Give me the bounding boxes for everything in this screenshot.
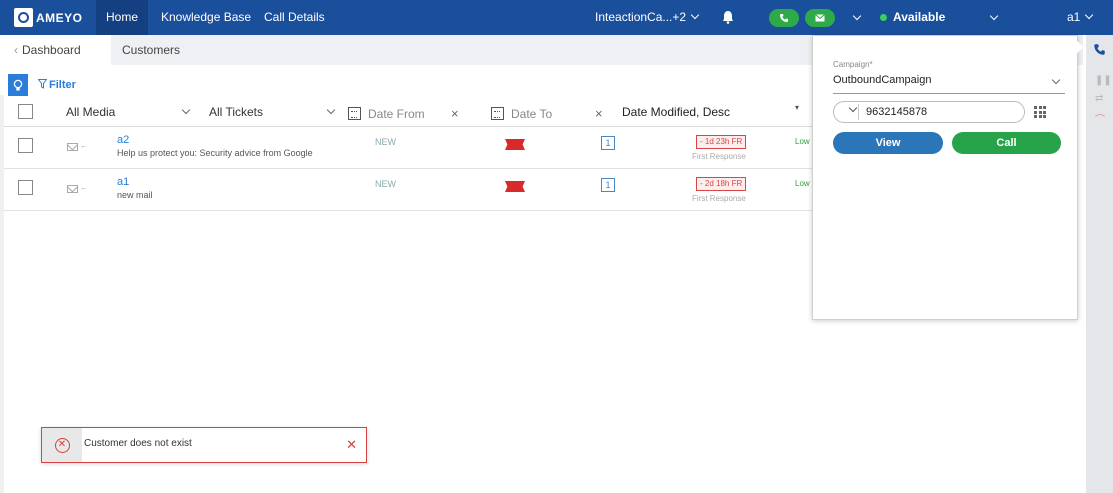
sort-label: Date Modified, Desc [622,105,731,119]
chevron-left-icon: ‹ [14,43,18,57]
table-header: All Media All Tickets Date From × Date T… [0,97,812,127]
media-filter-chevron-icon [181,105,191,115]
close-icon[interactable]: ✕ [346,437,357,453]
logo-text: AMEYO [36,10,83,25]
ticket-subject[interactable]: a2 [117,134,129,146]
nav-knowledge-base[interactable]: Knowledge Base [161,0,251,35]
chevron-down-icon [1051,75,1061,85]
row-checkbox[interactable] [18,180,33,195]
sort-caret-icon[interactable]: ▾ [795,103,799,112]
right-sidebar: ❚❚ ⇄ ⌒ [1086,35,1113,493]
date-from-picker[interactable]: Date From [348,105,425,121]
filter-label: Filter [49,79,76,91]
sort-dropdown[interactable]: Date Modified, Desc [622,105,730,119]
hangup-icon[interactable]: ⌒ [1095,111,1105,126]
ticket-icon [505,181,525,192]
agent-status-label: Available [893,10,946,24]
ticket-description: new mail [117,190,153,200]
campaign-value: OutboundCampaign [833,74,932,86]
priority-label: Low [795,179,810,188]
bell-icon[interactable] [722,10,734,24]
toast-icon-area: ✕ [42,428,82,462]
filter-link[interactable]: Filter [37,78,76,91]
ticket-state: NEW [375,137,396,147]
priority-label: Low [795,137,810,146]
dialpad-icon[interactable] [1034,106,1046,118]
status-dot-icon [880,14,887,21]
sla-badge: - 1d 23h FR [696,135,747,149]
sla-label: First Response [692,152,746,161]
error-circle-icon: ✕ [54,437,70,453]
media-filter-label: All Media [66,105,116,119]
view-button[interactable]: View [833,132,943,154]
user-menu[interactable]: a1 [1067,0,1094,35]
country-code-chevron-icon[interactable] [848,103,858,113]
manual-dial-panel: Campaign* OutboundCampaign 9632145878 Vi… [812,35,1078,320]
incoming-arrow-icon: ← [80,141,88,150]
user-chevron-down-icon [1085,10,1094,20]
tab-dashboard[interactable]: ‹ Dashboard [0,35,111,65]
phone-status-toggle[interactable] [769,9,799,27]
agent-status-dropdown[interactable]: Available [880,0,945,35]
ticket-filter-chevron-icon [326,105,336,115]
ticket-state: NEW [375,179,396,189]
table-row[interactable]: ← a2 Help us protect you: Security advic… [0,127,812,169]
media-filter-dropdown[interactable]: All Media [66,105,115,119]
filter-funnel-icon [37,79,48,89]
sla-label: First Response [692,194,746,203]
select-all-checkbox[interactable] [18,104,33,119]
email-icon [815,14,825,22]
media-chevron-down-icon[interactable] [852,11,862,21]
tab-dashboard-label: Dashboard [22,43,81,57]
idea-bulb-button[interactable] [8,74,28,96]
clear-date-to-icon[interactable]: × [595,106,603,121]
phone-number: 9632145878 [866,106,928,118]
email-status-toggle[interactable] [805,9,835,27]
tab-customers[interactable]: Customers [122,35,180,65]
divider [858,104,859,120]
left-edge-strip [0,95,4,493]
logo-icon [14,8,33,27]
email-channel-icon [67,143,78,151]
date-to-label: Date To [511,107,553,121]
filter-row: Filter [0,65,812,96]
ticket-count-badge: 1 [601,136,615,150]
pause-icon[interactable]: ❚❚ [1095,75,1112,86]
phone-input[interactable]: 9632145878 [833,101,1025,123]
row-checkbox[interactable] [18,138,33,153]
sla-badge: - 2d 18h FR [696,177,747,191]
top-navbar: AMEYO Home Knowledge Base Call Details I… [0,0,1113,35]
lightbulb-icon [13,79,23,90]
date-from-label: Date From [368,107,425,121]
ameyo-logo[interactable]: AMEYO [14,8,83,27]
ticket-filter-dropdown[interactable]: All Tickets [209,105,263,119]
interaction-dropdown[interactable]: InteactionCa...+2 [595,0,700,35]
calendar-icon [491,107,504,120]
table-row[interactable]: ← a1 new mail NEW 1 - 2d 18h FR First Re… [0,169,812,211]
user-name: a1 [1067,10,1081,24]
phone-icon[interactable] [1093,43,1106,56]
interaction-label: InteactionCa...+2 [595,10,687,24]
ticket-count-badge: 1 [601,178,615,192]
ticket-description: Help us protect you: Security advice fro… [117,148,313,158]
ticket-filter-label: All Tickets [209,105,264,119]
ticket-icon [505,139,525,150]
call-button[interactable]: Call [952,132,1061,154]
error-toast: ✕ Customer does not exist ✕ [41,427,367,463]
incoming-arrow-icon: ← [80,183,88,192]
ticket-subject[interactable]: a1 [117,176,129,188]
clear-date-from-icon[interactable]: × [451,106,459,121]
toast-message: Customer does not exist [84,438,192,449]
phone-icon [780,14,788,22]
status-chevron-down-icon[interactable] [989,11,999,21]
date-to-picker[interactable]: Date To [491,105,552,121]
nav-home[interactable]: Home [96,0,149,35]
email-channel-icon [67,185,78,193]
campaign-label: Campaign* [833,60,873,69]
chevron-down-icon [690,10,700,20]
transfer-icon[interactable]: ⇄ [1095,93,1103,104]
campaign-select[interactable]: OutboundCampaign [833,74,1065,94]
nav-call-details[interactable]: Call Details [264,0,325,35]
calendar-icon [348,107,361,120]
